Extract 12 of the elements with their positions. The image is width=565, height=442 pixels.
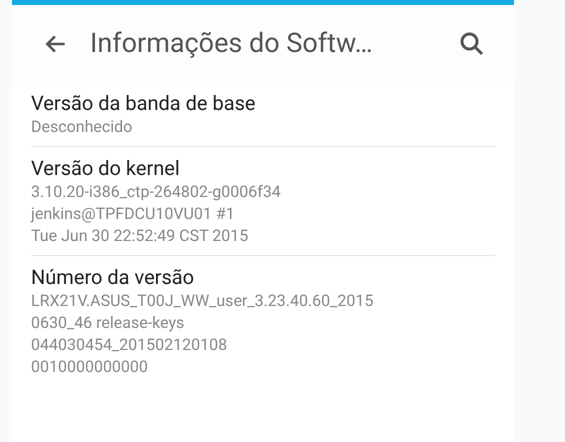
setting-value: 0010000000000 <box>31 356 149 378</box>
setting-value: LRX21V.ASUS_T00J_WW_user_3.23.40.60_2015 <box>31 290 374 312</box>
setting-value: Tue Jun 30 22:52:49 CST 2015 <box>31 225 250 247</box>
page-title: Informações do Softw… <box>90 26 374 62</box>
setting-value: jenkins@TPFDCU10VU01 #1 <box>31 203 236 225</box>
setting-label: Versão do kernel <box>31 155 181 181</box>
setting-label: Versão da banda de base <box>31 90 257 116</box>
setting-value: 3.10.20-i386_ctp-264802-g0006f34 <box>31 181 282 203</box>
setting-value: 0630_46 release-keys <box>31 312 186 334</box>
setting-value: 044030454_201502120108 <box>31 334 228 356</box>
setting-label: Número da versão <box>31 264 196 290</box>
setting-value: Desconhecido <box>31 116 134 138</box>
